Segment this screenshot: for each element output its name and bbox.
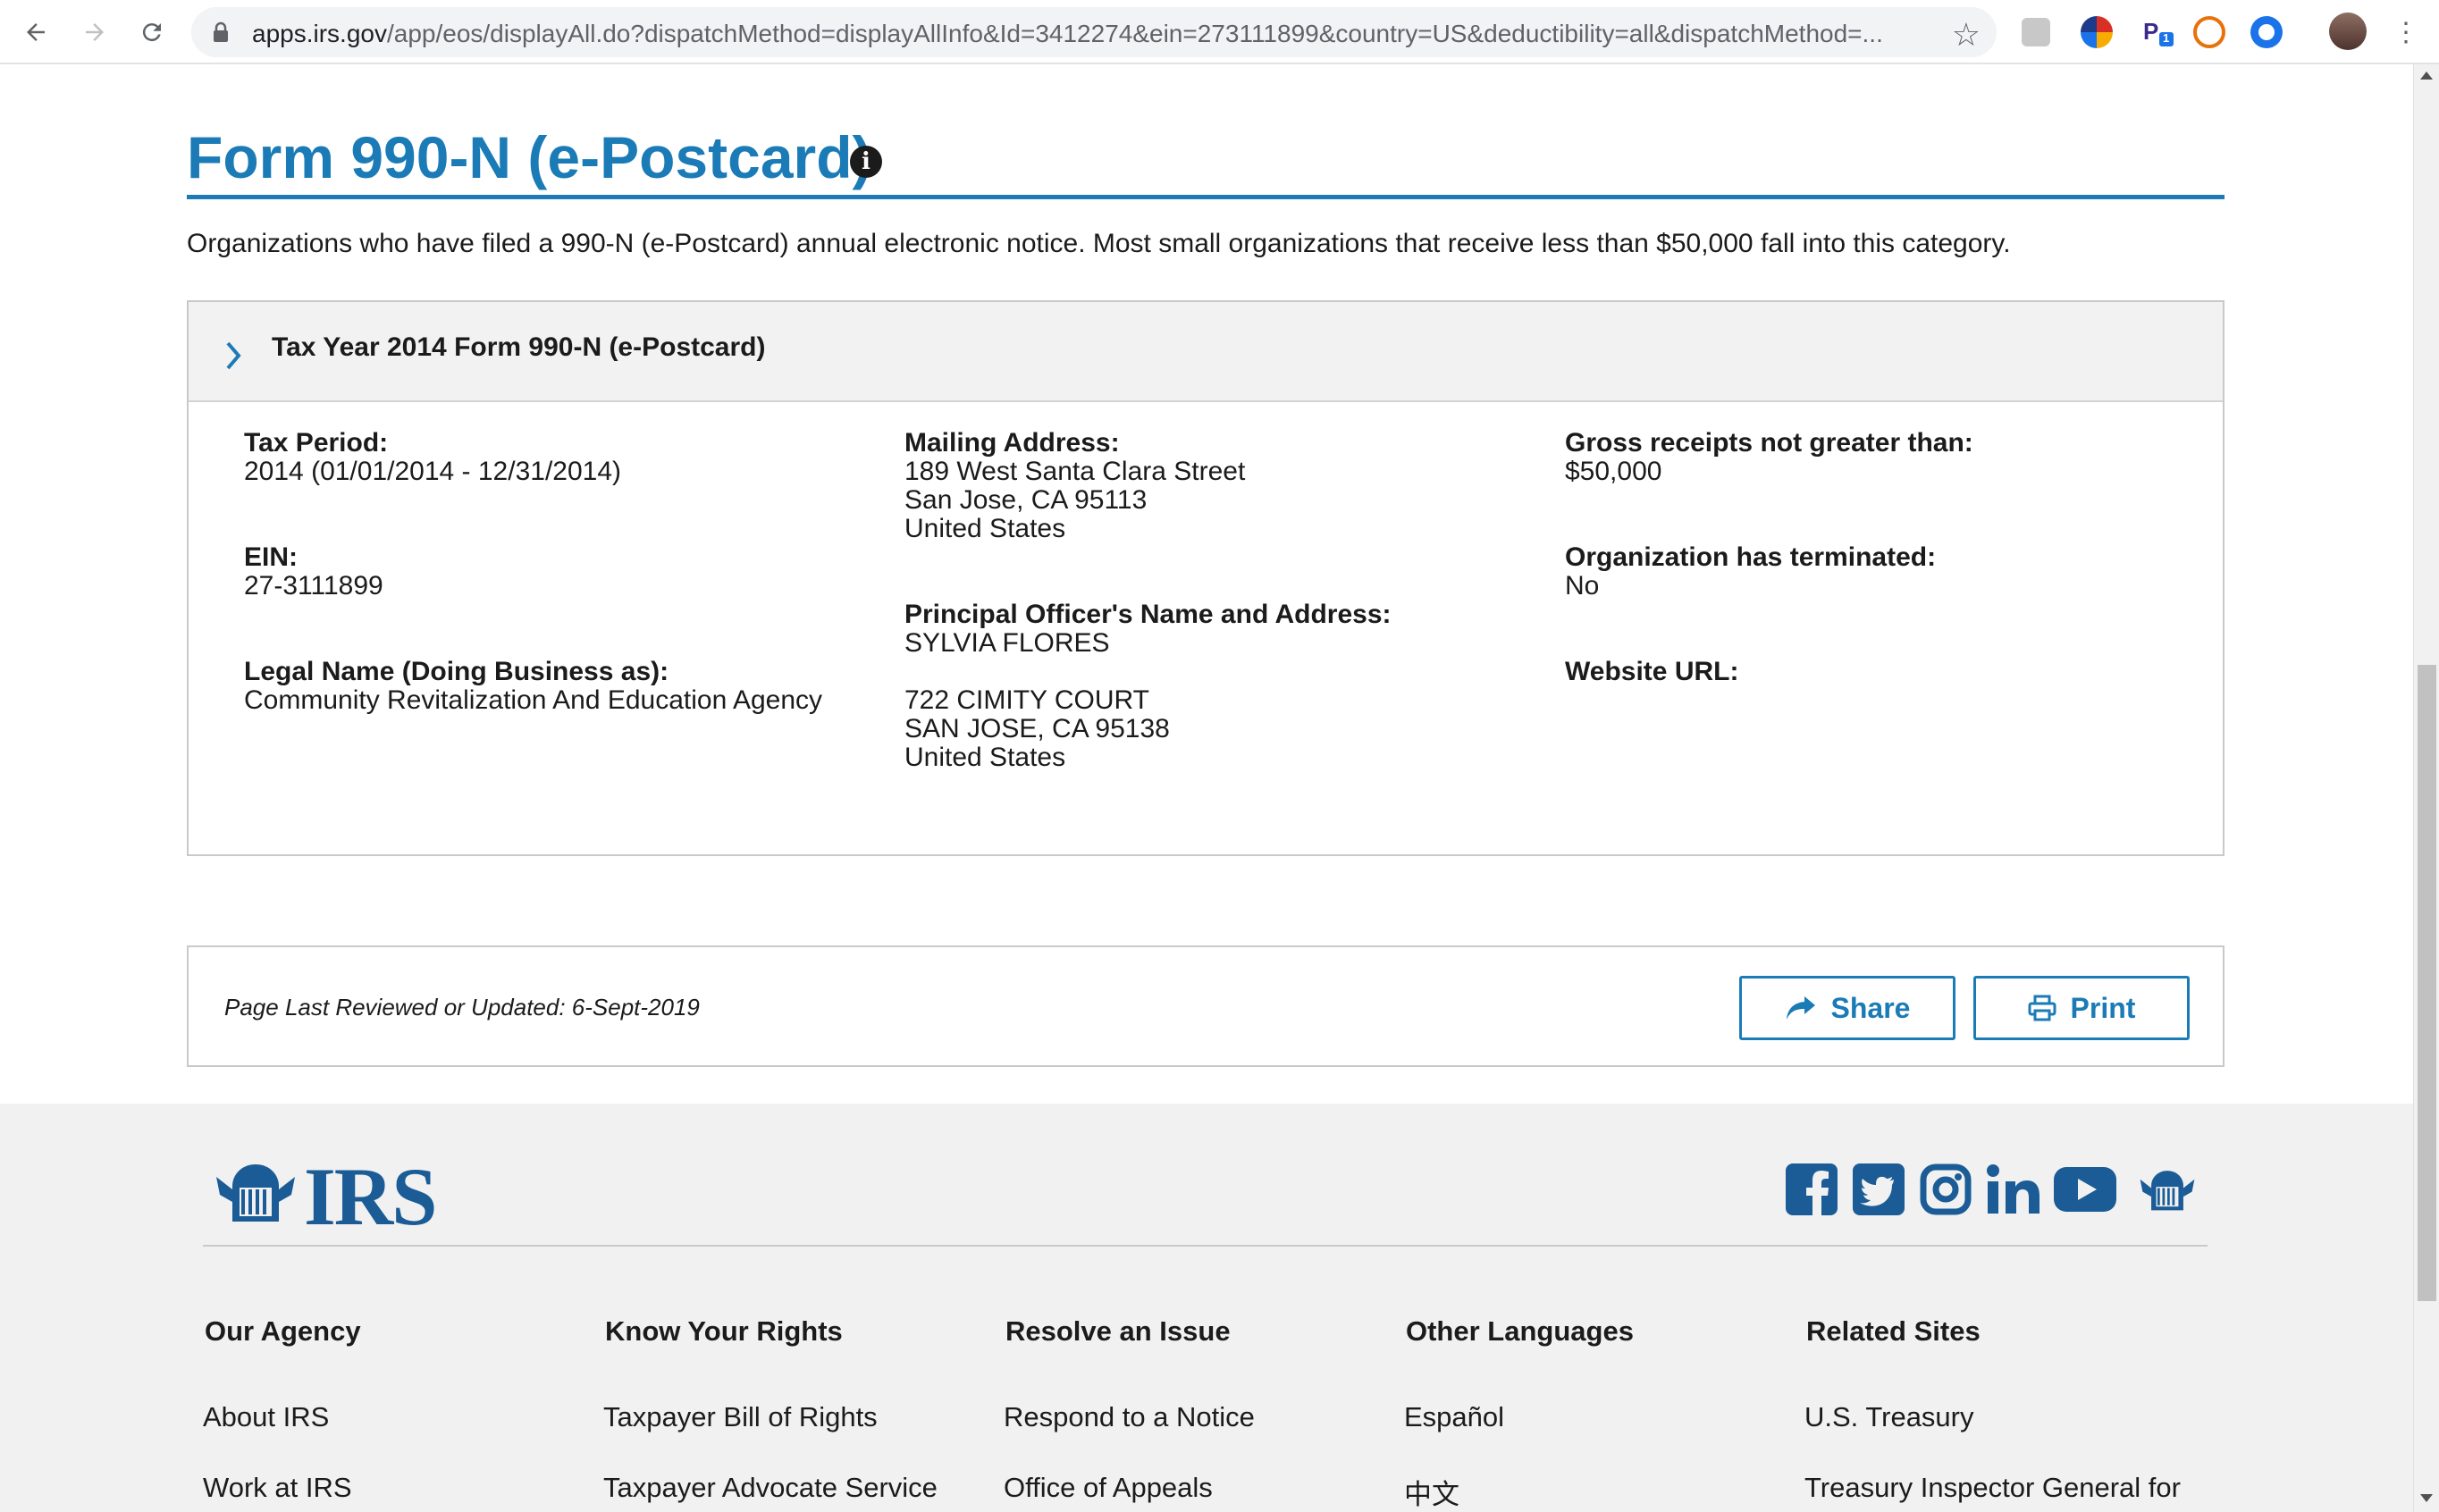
- footer-link[interactable]: Taxpayer Bill of Rights: [603, 1401, 878, 1433]
- irs-eagle-icon: [216, 1164, 295, 1222]
- field-value: No: [1565, 571, 1600, 601]
- url-text: apps.irs.gov/app/eos/displayAll.do?dispa…: [252, 20, 1883, 47]
- print-button[interactable]: Print: [1973, 976, 2190, 1040]
- field-value: 2014 (01/01/2014 - 12/31/2014): [244, 457, 622, 486]
- extension-badge-icon[interactable]: P 1: [2141, 16, 2174, 48]
- forward-arrow-icon[interactable]: [75, 13, 114, 52]
- youtube-icon[interactable]: [2053, 1163, 2117, 1216]
- linkedin-icon[interactable]: [1986, 1163, 2041, 1216]
- scroll-thumb[interactable]: [2418, 665, 2436, 1301]
- footer-link[interactable]: About IRS: [203, 1401, 329, 1433]
- field-label: Legal Name (Doing Business as):: [244, 657, 669, 686]
- irs-eagle-icon[interactable]: [2136, 1166, 2199, 1220]
- panel-title: Tax Year 2014 Form 990-N (e-Postcard): [272, 332, 766, 362]
- address-line: 189 West Santa Clara Street: [904, 457, 1246, 486]
- field-label: Principal Officer's Name and Address:: [904, 600, 1392, 629]
- printer-icon: [2028, 995, 2056, 1021]
- panel-header[interactable]: Tax Year 2014 Form 990-N (e-Postcard): [189, 302, 2223, 402]
- footer-link[interactable]: Office of Appeals: [1004, 1472, 1213, 1504]
- twitter-icon[interactable]: [1852, 1163, 1905, 1216]
- page-review-bar: Page Last Reviewed or Updated: 6-Sept-20…: [187, 945, 2225, 1067]
- page-title: Form 990-N (e-Postcard): [187, 124, 872, 190]
- scroll-down-arrow-icon[interactable]: [2420, 1494, 2433, 1502]
- irs-logo-text: IRS: [304, 1151, 437, 1242]
- footer-heading-other-languages: Other Languages: [1406, 1315, 1634, 1347]
- title-divider: [187, 195, 2225, 199]
- address-line: SAN JOSE, CA 95138: [904, 714, 1170, 743]
- footer-link[interactable]: Work at IRS: [203, 1472, 352, 1504]
- footer-link[interactable]: 中文: [1404, 1472, 1459, 1512]
- field-label: EIN:: [244, 542, 298, 572]
- extension-icon[interactable]: [2250, 16, 2283, 48]
- extension-badge-count: 1: [2163, 31, 2170, 45]
- extension-icon[interactable]: [2193, 16, 2225, 48]
- mailing-address-field: Mailing Address: 189 West Santa Clara St…: [904, 429, 1245, 543]
- footer-heading-know-your-rights: Know Your Rights: [605, 1315, 843, 1347]
- reload-icon[interactable]: [132, 13, 172, 52]
- svg-text:P: P: [2143, 18, 2158, 45]
- field-label: Tax Period:: [244, 428, 389, 458]
- field-label: Website URL:: [1565, 657, 1739, 686]
- browser-toolbar: apps.irs.gov/app/eos/displayAll.do?dispa…: [0, 0, 2439, 64]
- chevron-right-icon: [226, 341, 241, 370]
- extension-icon[interactable]: [2022, 18, 2050, 46]
- tax-year-panel: Tax Year 2014 Form 990-N (e-Postcard) Ta…: [187, 300, 2225, 856]
- address-bar[interactable]: apps.irs.gov/app/eos/displayAll.do?dispa…: [191, 7, 1997, 57]
- website-field: Website URL:: [1565, 658, 1738, 686]
- tax-period-field: Tax Period: 2014 (01/01/2014 - 12/31/201…: [244, 429, 621, 486]
- extension-icon[interactable]: [2081, 16, 2113, 48]
- field-label: Organization has terminated:: [1565, 542, 1937, 572]
- field-label: Mailing Address:: [904, 428, 1120, 458]
- footer-link[interactable]: Taxpayer Advocate Service: [603, 1472, 938, 1504]
- vertical-scrollbar[interactable]: [2413, 64, 2439, 1512]
- address-line: San Jose, CA 95113: [904, 485, 1148, 515]
- address-line: United States: [904, 743, 1066, 772]
- principal-officer-field: Principal Officer's Name and Address: SY…: [904, 601, 1392, 772]
- footer-heading-resolve-an-issue: Resolve an Issue: [1005, 1315, 1231, 1347]
- field-value: 27-3111899: [244, 571, 383, 601]
- info-icon[interactable]: i: [850, 146, 882, 178]
- address-line: United States: [904, 514, 1066, 543]
- footer-heading-related-sites: Related Sites: [1806, 1315, 1981, 1347]
- instagram-icon[interactable]: [1919, 1163, 1972, 1216]
- address-line: 722 CIMITY COURT: [904, 685, 1149, 715]
- footer-link[interactable]: Español: [1404, 1401, 1504, 1433]
- field-value: $50,000: [1565, 457, 1662, 486]
- officer-name: SYLVIA FLORES: [904, 628, 1110, 658]
- menu-dots-icon[interactable]: ⋮: [2386, 13, 2426, 52]
- footer-link[interactable]: Treasury Inspector General for: [1804, 1472, 2181, 1504]
- share-label: Share: [1830, 991, 1911, 1024]
- footer-link[interactable]: U.S. Treasury: [1804, 1401, 1974, 1433]
- scroll-up-arrow-icon[interactable]: [2420, 71, 2433, 80]
- footer-divider: [203, 1245, 2208, 1247]
- facebook-icon[interactable]: [1785, 1163, 1838, 1216]
- footer-heading-our-agency: Our Agency: [205, 1315, 361, 1347]
- share-icon: [1786, 996, 1815, 1020]
- legal-name-field: Legal Name (Doing Business as): Communit…: [244, 658, 822, 715]
- lock-icon: [214, 21, 228, 42]
- intro-text: Organizations who have filed a 990-N (e-…: [187, 229, 2011, 258]
- irs-logo[interactable]: IRS: [214, 1151, 437, 1242]
- ein-field: EIN: 27-3111899: [244, 543, 383, 601]
- field-value: Community Revitalization And Education A…: [244, 685, 823, 715]
- footer-link[interactable]: Respond to a Notice: [1004, 1401, 1255, 1433]
- share-button[interactable]: Share: [1739, 976, 1955, 1040]
- site-footer: IRS Our Agency About IRS Work at IRS Kno…: [0, 1104, 2413, 1512]
- profile-avatar[interactable]: [2329, 13, 2367, 50]
- field-label: Gross receipts not greater than:: [1565, 428, 1973, 458]
- last-reviewed-text: Page Last Reviewed or Updated: 6-Sept-20…: [224, 994, 700, 1021]
- terminated-field: Organization has terminated: No: [1565, 543, 1936, 601]
- gross-receipts-field: Gross receipts not greater than: $50,000: [1565, 429, 1973, 486]
- print-label: Print: [2070, 991, 2136, 1024]
- bookmark-star-icon[interactable]: ☆: [1952, 16, 1981, 54]
- back-arrow-icon[interactable]: [16, 13, 55, 52]
